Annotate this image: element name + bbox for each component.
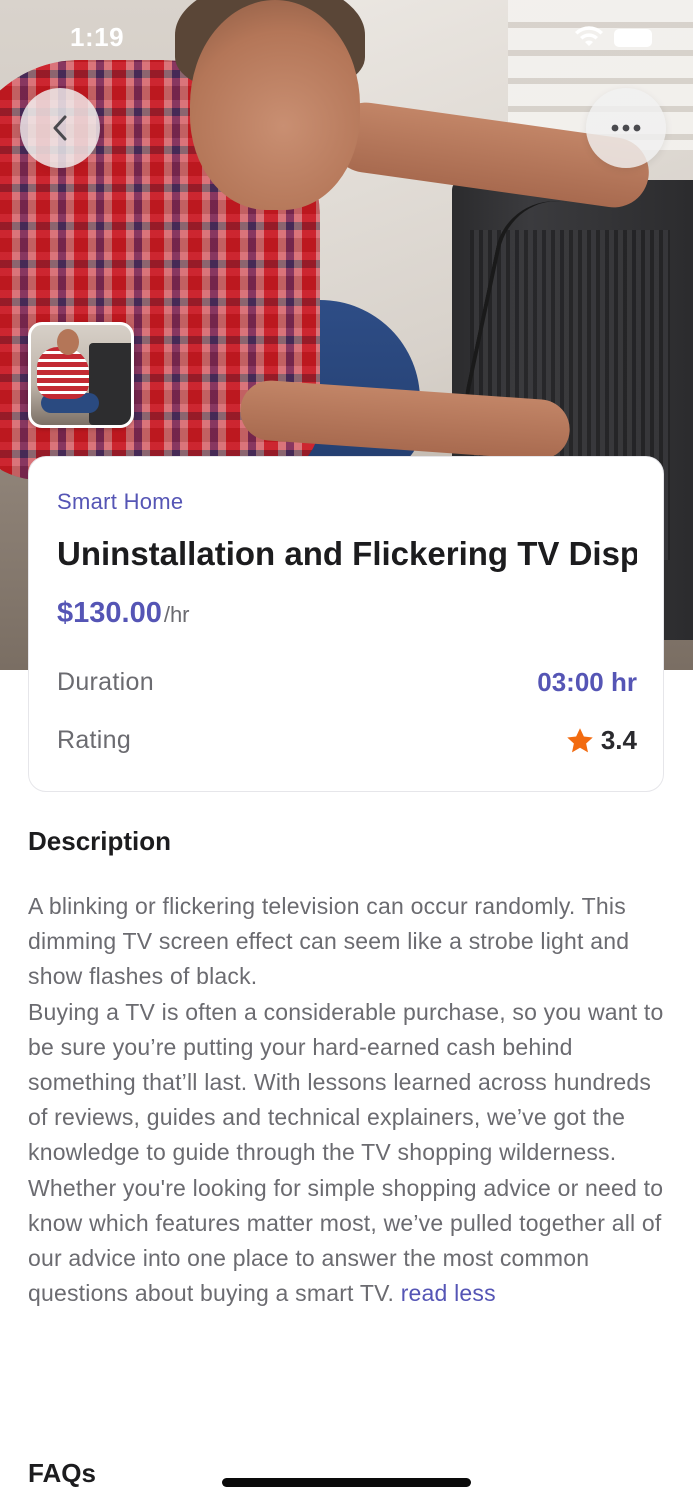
star-icon	[567, 727, 593, 752]
rating-label: Rating	[57, 726, 132, 754]
duration-value: 03:00 hr	[537, 667, 637, 697]
more-horizontal-icon	[611, 124, 641, 132]
rating-row: Rating 3.4	[57, 725, 637, 756]
status-time: 1:19	[70, 22, 125, 52]
service-detail-screen: 1:19 Smart Home Uninstallation and Flick…	[0, 0, 693, 1500]
back-button[interactable]	[20, 88, 100, 168]
rating-value: 3.4	[600, 725, 637, 755]
description-paragraph: Whether you're looking for simple shoppi…	[28, 1171, 668, 1312]
description-heading: Description	[28, 826, 172, 856]
service-title: Uninstallation and Flickering TV Display	[57, 535, 637, 572]
rating-display: 3.4	[565, 725, 637, 756]
gallery-thumbnail[interactable]	[28, 322, 134, 428]
duration-row: Duration 03:00 hr	[57, 667, 637, 698]
service-category: Smart Home	[57, 489, 184, 514]
duration-label: Duration	[57, 668, 154, 696]
battery-icon	[614, 29, 652, 47]
more-options-button[interactable]	[586, 88, 666, 168]
description-paragraph: A blinking or flickering television can …	[28, 893, 630, 990]
home-indicator[interactable]	[222, 1478, 471, 1487]
price-row: $130.00 /hr	[57, 597, 190, 630]
faqs-heading: FAQs	[28, 1458, 96, 1488]
wifi-icon	[575, 26, 603, 46]
read-less-link[interactable]: read less	[401, 1280, 496, 1306]
chevron-left-icon	[53, 115, 67, 141]
service-info-card: Smart Home Uninstallation and Flickering…	[28, 456, 664, 792]
description-paragraph: Buying a TV is often a considerable purc…	[28, 998, 664, 1166]
status-bar: 1:19	[0, 0, 693, 78]
description-body: A blinking or flickering television can …	[28, 889, 668, 1311]
service-price: $130.00	[57, 597, 162, 629]
price-unit: /hr	[163, 602, 190, 627]
description-paragraph-text: Whether you're looking for simple shoppi…	[28, 1174, 664, 1307]
